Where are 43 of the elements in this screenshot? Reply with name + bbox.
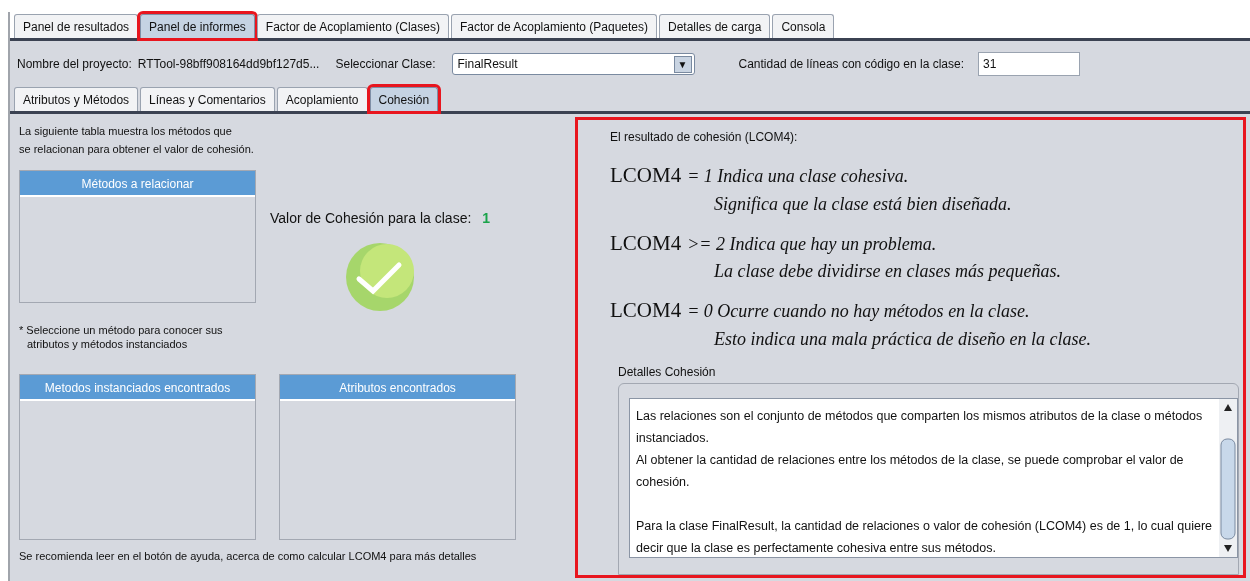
details-text: Para la clase FinalResult, la cantidad de relaciones o valor de cohesión (LCOM4) es de 1, lo cual quiere decir que la clase es perfectamente cohesiva entre sus métodos. [636,517,1213,557]
help-note: Se recomienda leer en el botón de ayuda, acerca de como calcular LCOM4 para más detalles [19,549,478,564]
tab[interactable]: Detalles de carga [659,14,771,38]
rule-text: La clase debe dividirse en clases más pequeñas. [714,260,1062,283]
tab[interactable]: Líneas y Comentarios [140,87,275,111]
list-header: Atributos encontrados [280,375,515,401]
tab[interactable]: Factor de Acoplamiento (Clases) [256,14,449,38]
tab[interactable]: Consola [772,14,835,38]
caret-icon: ▼ [673,55,692,73]
details-text: Las relaciones son el conjunto de métodos que comparten los mismos atributos de la clase o métodos instanciados. [636,407,1204,447]
hint-text: * Seleccione un método para conocer sus [19,323,224,337]
list-header: Métodos a relacionar [20,171,255,197]
project-name: RTTool-98bff908164dd9bf127d5... [137,56,320,73]
scrollbar-icon[interactable] [1219,398,1237,557]
details-text: Al obtener la cantidad de relaciones entre los métodos de la clase, se puede comprobar el valor de cohesión. [636,451,1185,491]
cohesion-label: Valor de Cohesión para la clase: [270,209,472,228]
tab[interactable]: Panel de informes [140,14,255,38]
line-count-field[interactable]: 31 [978,52,1080,76]
details-label: Detalles Cohesión [618,363,717,381]
tab[interactable]: Atributos y Métodos [14,87,139,111]
metric-name: LCOM4 [610,297,682,324]
result-title: El resultado de cohesión (LCOM4): [610,129,799,146]
cohesion-value: 1 [482,209,491,228]
tab[interactable]: Factor de Acoplamiento (Paquetes) [450,14,657,38]
check-icon [346,243,415,311]
rule-text: >= 2 Indica que hay un problema. [687,232,937,256]
rule-text: = 1 Indica una clase cohesiva. [687,165,909,188]
rule-text: Significa que la clase está bien diseñada. [714,192,1013,216]
intro-text: se relacionan para obtener el valor de cohesión. [19,142,255,157]
hint-text: atributos y métodos instanciados [26,337,189,351]
intro-text: La siguiente tabla muestra los métodos que [19,124,233,139]
class-select-label: Seleccionar Clase: [335,56,436,73]
metric-name: LCOM4 [610,162,682,189]
project-label: Nombre del proyecto: [17,56,132,73]
list-header: Metodos instanciados encontrados [20,375,255,401]
metric-name: LCOM4 [610,229,682,257]
rule-text: = 0 Ocurre cuando no hay métodos en la clase. [687,300,1030,323]
tab[interactable]: Cohesión [369,87,439,111]
tab[interactable]: Acoplamiento [276,87,368,111]
class-dropdown[interactable]: FinalResult ▼ [451,53,695,75]
rule-text: Esto indica una mala práctica de diseño en la clase. [714,327,1092,351]
line-count-label: Cantidad de líneas con código en la clase: [738,56,964,73]
tab[interactable]: Panel de resultados [14,14,139,38]
